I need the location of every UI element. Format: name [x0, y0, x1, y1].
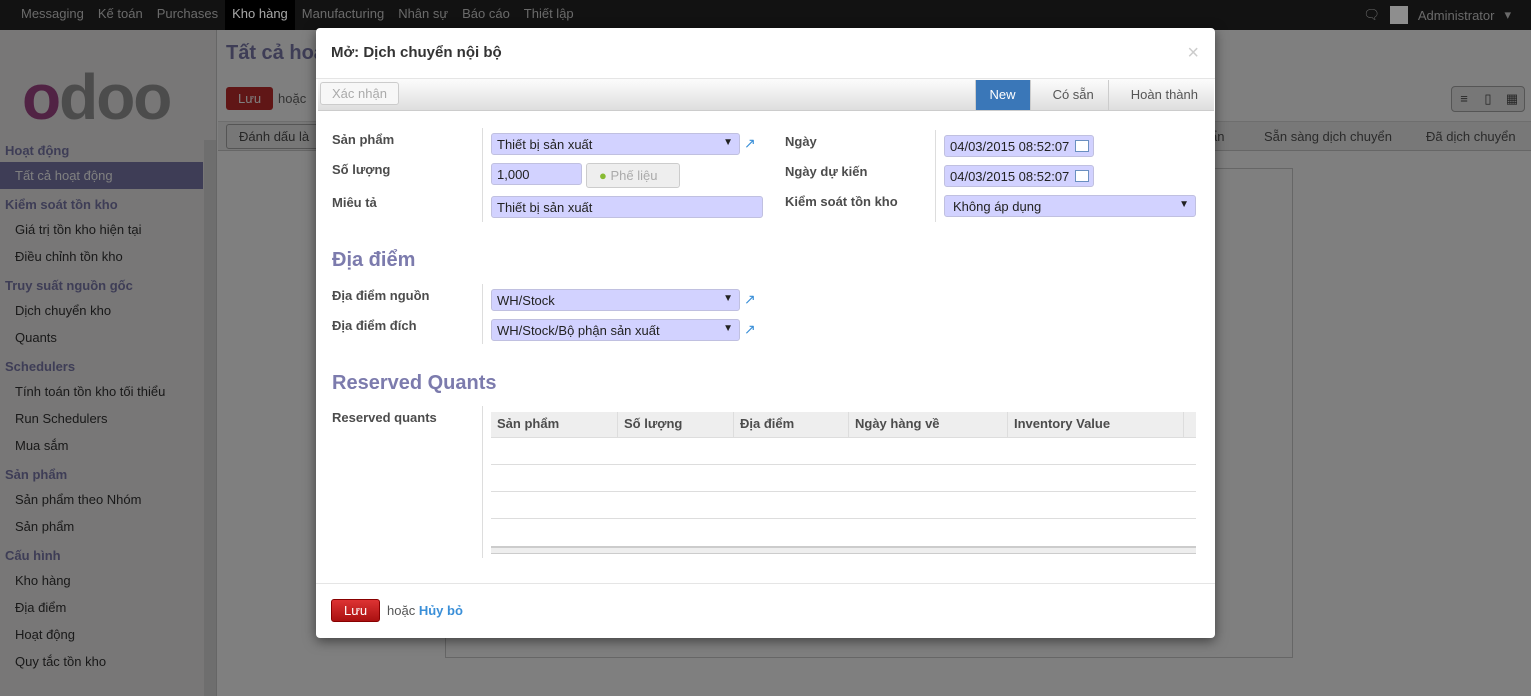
- external-link-icon[interactable]: ↗: [744, 291, 756, 308]
- reserved-quants-table: Sản phẩm Số lượng Địa điểm Ngày hàng về Inve…: [491, 412, 1196, 554]
- column-header[interactable]: Inventory Value: [1008, 412, 1184, 437]
- location-section-title: Địa điểm: [332, 249, 416, 271]
- table-footer: [491, 546, 1196, 554]
- column-header[interactable]: Số lượng: [618, 412, 734, 437]
- scrap-icon: ●: [599, 168, 607, 183]
- save-button[interactable]: Lưu: [331, 599, 381, 622]
- dest-location-select[interactable]: WH/Stock/Bộ phận sản xuất ▼: [491, 319, 740, 341]
- modal-dialog: Mở: Dịch chuyển nội bộ × Xác nhận New Có…: [316, 28, 1215, 638]
- dest-location-label: Địa điểm đích: [332, 318, 417, 333]
- expected-date-input[interactable]: 04/03/2015 08:52:07: [944, 165, 1094, 187]
- source-location-select[interactable]: WH/Stock ▼: [491, 289, 740, 311]
- column-header[interactable]: Sản phẩm: [491, 412, 618, 437]
- modal-title: Mở: Dịch chuyển nội bộ: [316, 28, 1215, 79]
- external-link-icon[interactable]: ↗: [744, 135, 756, 152]
- scrap-button[interactable]: ● Phế liệu: [586, 163, 680, 188]
- cancel-link[interactable]: Hủy bỏ: [419, 603, 463, 618]
- description-input[interactable]: Thiết bị sản xuất: [491, 196, 763, 218]
- table-row: [491, 438, 1196, 465]
- table-row: [491, 519, 1196, 546]
- source-location-label: Địa điểm nguồn: [332, 288, 430, 303]
- step-new[interactable]: New: [974, 80, 1030, 110]
- modal-backdrop-top: [0, 0, 1531, 30]
- product-label: Sản phẩm: [332, 132, 395, 147]
- reserved-quants-label: Reserved quants: [332, 410, 437, 425]
- column-header[interactable]: Ngày hàng về: [849, 412, 1008, 437]
- table-row: [491, 465, 1196, 492]
- calendar-icon[interactable]: [1075, 170, 1089, 182]
- modal-footer: Lưu hoặc Hủy bỏ: [316, 583, 1215, 638]
- quantity-input[interactable]: 1,000: [491, 163, 582, 185]
- confirm-button[interactable]: Xác nhận: [320, 82, 399, 105]
- column-header[interactable]: Địa điểm: [734, 412, 849, 437]
- stock-control-select[interactable]: Không áp dụng ▼: [944, 195, 1196, 217]
- stock-control-label: Kiểm soát tồn kho: [785, 194, 898, 209]
- modal-toolbar: Xác nhận New Có sẵn Hoàn thành: [318, 79, 1214, 111]
- close-icon[interactable]: ×: [1187, 42, 1199, 65]
- table-row: [491, 492, 1196, 519]
- external-link-icon[interactable]: ↗: [744, 321, 756, 338]
- reserved-quants-title: Reserved Quants: [332, 372, 497, 394]
- calendar-icon[interactable]: [1075, 140, 1089, 152]
- description-label: Miêu tả: [332, 195, 377, 210]
- date-label: Ngày: [785, 134, 817, 149]
- step-available[interactable]: Có sẵn: [1029, 80, 1108, 110]
- product-select[interactable]: Thiết bị sản xuất ▼: [491, 133, 740, 155]
- or-text: hoặc: [387, 603, 416, 618]
- date-input[interactable]: 04/03/2015 08:52:07: [944, 135, 1094, 157]
- step-done[interactable]: Hoàn thành: [1107, 80, 1212, 110]
- expected-date-label: Ngày dự kiến: [785, 164, 868, 179]
- quantity-label: Số lượng: [332, 162, 391, 177]
